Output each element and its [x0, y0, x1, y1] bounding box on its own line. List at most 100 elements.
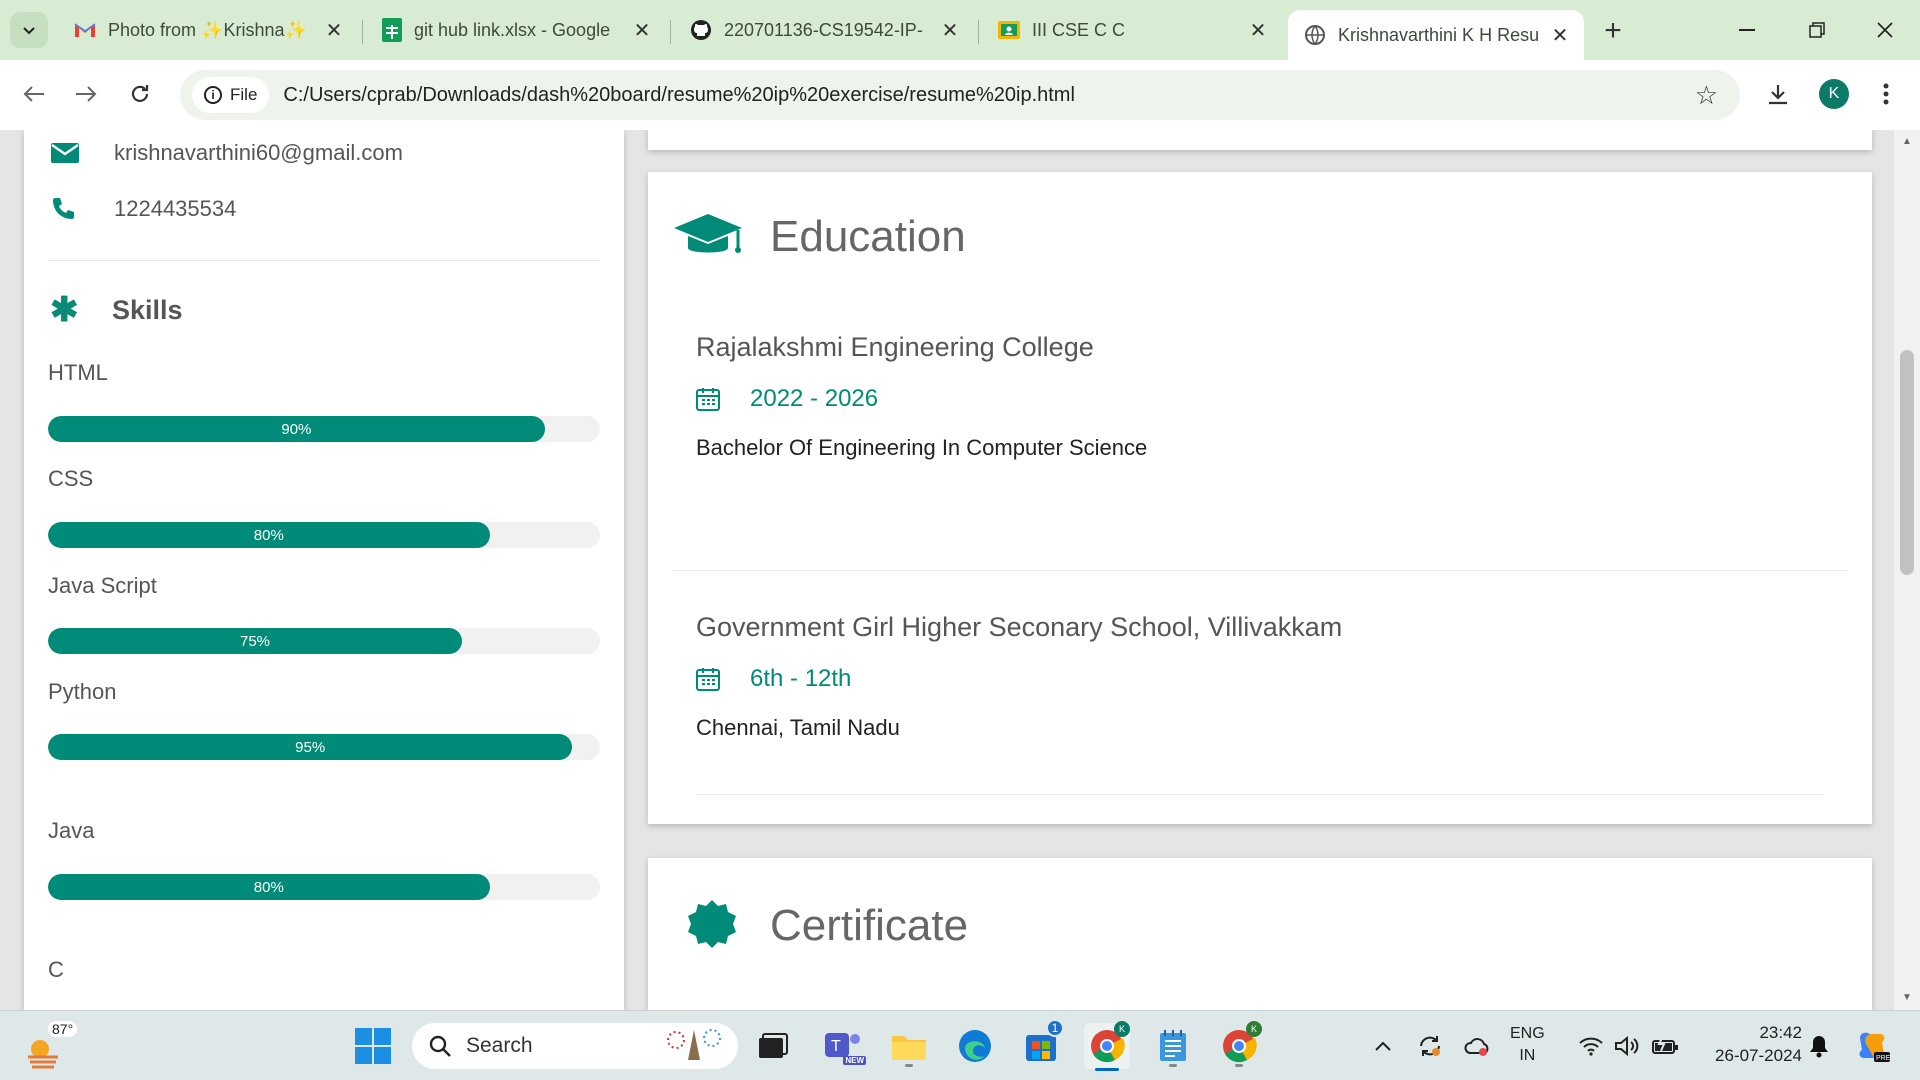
arrow-left-icon	[23, 86, 44, 102]
avatar: K	[1819, 79, 1849, 109]
skill-bar-track: 80%	[48, 874, 600, 900]
tab-separator	[362, 20, 363, 44]
tab-resume-active[interactable]: Krishnavarthini K H Resur ✕	[1288, 10, 1584, 60]
graduation-cap-icon	[672, 212, 744, 262]
edge-app[interactable]	[952, 1023, 998, 1069]
skill-bar-track: 90%	[48, 416, 600, 442]
minimize-button[interactable]	[1724, 12, 1770, 48]
tab-separator	[670, 20, 671, 44]
chrome-profile-badge: K	[1246, 1021, 1262, 1037]
store-app[interactable]: 1	[1018, 1019, 1064, 1069]
browser-menu-button[interactable]	[1866, 74, 1906, 114]
reload-icon	[131, 85, 149, 102]
file-explorer-app[interactable]	[886, 1023, 932, 1069]
calendar-icon	[696, 667, 726, 691]
scrollbar-thumb[interactable]	[1900, 350, 1914, 575]
skills-title: Skills	[112, 294, 183, 325]
tab-close-icon[interactable]: ✕	[632, 20, 652, 42]
forward-button[interactable]	[66, 74, 106, 114]
github-icon	[691, 20, 711, 40]
taskbar-search[interactable]: Search	[412, 1023, 738, 1069]
tab-close-icon[interactable]: ✕	[1248, 20, 1268, 42]
profile-sidebar: krishnavarthini60@gmail.com 1224435534 ✱…	[24, 130, 624, 1010]
clock-time: 23:42	[1759, 1023, 1802, 1042]
tab-github[interactable]: 220701136-CS19542-IP- ✕	[674, 8, 974, 52]
dates-text: 6th - 12th	[750, 665, 852, 692]
degree-text: Bachelor Of Engineering In Computer Scie…	[696, 435, 1148, 460]
contact-email: krishnavarthini60@gmail.com	[50, 140, 403, 166]
region-code: IN	[1519, 1047, 1536, 1064]
tab-gmail[interactable]: Photo from ✨Krishna✨ ✕	[58, 8, 358, 52]
show-hidden-icons-button[interactable]	[1368, 1011, 1398, 1080]
site-info-button[interactable]: i File	[192, 77, 270, 113]
teams-app[interactable]: T NEW	[820, 1023, 866, 1069]
scroll-up-icon[interactable]: ▲	[1902, 136, 1912, 147]
tab-close-icon[interactable]: ✕	[324, 20, 344, 42]
task-view-icon	[759, 1033, 788, 1058]
info-icon: i	[204, 86, 222, 104]
chrome-app-active[interactable]: K	[1084, 1021, 1130, 1071]
search-placeholder: Search	[466, 1034, 533, 1057]
tab-search-button[interactable]	[10, 12, 48, 48]
entry-divider	[696, 794, 1824, 795]
tab-close-icon[interactable]: ✕	[1550, 25, 1570, 47]
weather-widget[interactable]: 87°	[26, 1021, 78, 1071]
url-text[interactable]: C:/Users/cprab/Downloads/dash%20board/re…	[283, 84, 1075, 107]
volume-control[interactable]	[1612, 1011, 1642, 1080]
downloads-button[interactable]	[1758, 74, 1798, 114]
input-language-indicator[interactable]: ENG IN	[1510, 1023, 1545, 1067]
email-text[interactable]: krishnavarthini60@gmail.com	[114, 140, 403, 166]
restore-button[interactable]	[1794, 12, 1840, 48]
address-bar[interactable]: i File C:/Users/cprab/Downloads/dash%20b…	[180, 70, 1740, 120]
kebab-menu-icon	[1883, 83, 1889, 105]
arrow-right-icon	[76, 86, 97, 102]
classroom-icon	[998, 21, 1020, 39]
onedrive-tray-button[interactable]	[1462, 1011, 1494, 1080]
task-view-button[interactable]	[750, 1023, 796, 1069]
tab-classroom[interactable]: III CSE C C ✕	[982, 8, 1282, 52]
notification-center-button[interactable]	[1804, 1011, 1834, 1080]
skill-name: Python	[48, 679, 117, 704]
browser-toolbar: i File C:/Users/cprab/Downloads/dash%20b…	[0, 60, 1920, 130]
scroll-down-icon[interactable]: ▼	[1902, 992, 1912, 1003]
running-indicator	[905, 1064, 913, 1067]
system-clock[interactable]: 23:42 26-07-2024	[1696, 1021, 1802, 1067]
school-name: Rajalakshmi Engineering College	[696, 332, 1094, 362]
tab-sheets[interactable]: git hub link.xlsx - Google ✕	[366, 8, 666, 52]
wifi-status[interactable]	[1576, 1011, 1606, 1080]
tab-separator	[978, 20, 979, 44]
certificate-heading: Certificate	[672, 898, 968, 954]
dates-text: 2022 - 2026	[750, 385, 879, 412]
battery-status[interactable]	[1648, 1011, 1682, 1080]
new-tab-button[interactable]: +	[1596, 14, 1630, 48]
skill-bar-track: 95%	[48, 734, 600, 760]
reload-button[interactable]	[120, 74, 160, 114]
tab-close-icon[interactable]: ✕	[940, 20, 960, 42]
envelope-icon	[50, 142, 90, 164]
page-scrollbar[interactable]: ▲ ▼	[1894, 130, 1920, 1010]
notepad-app[interactable]	[1150, 1023, 1196, 1069]
chrome-app-profile[interactable]: K	[1216, 1021, 1262, 1069]
tab-title: Krishnavarthini K H Resur	[1338, 24, 1540, 45]
running-indicator	[1235, 1064, 1243, 1067]
start-button[interactable]	[350, 1023, 396, 1069]
skill-name: C	[48, 957, 64, 982]
previous-section-card	[648, 130, 1872, 150]
tab-title: Photo from ✨Krishna✨	[108, 19, 307, 40]
profile-button[interactable]: K	[1814, 74, 1854, 114]
education-title: Education	[770, 212, 966, 261]
wifi-icon	[1579, 1037, 1603, 1056]
certificate-title: Certificate	[770, 901, 969, 950]
notepad-icon	[1160, 1030, 1186, 1061]
page-viewport: krishnavarthini60@gmail.com 1224435534 ✱…	[0, 130, 1920, 1010]
certificate-badge-icon	[672, 898, 744, 954]
copilot-button[interactable]: PRE	[1850, 1011, 1894, 1080]
close-window-button[interactable]	[1862, 12, 1908, 48]
restore-icon	[1809, 22, 1825, 38]
skill-bar-fill: 80%	[48, 522, 490, 548]
skill-bar-fill: 75%	[48, 628, 462, 654]
sync-tray-button[interactable]	[1414, 1011, 1446, 1080]
back-button[interactable]	[14, 74, 54, 114]
bookmark-star-icon[interactable]: ☆	[1695, 80, 1718, 111]
battery-charging-icon	[1652, 1036, 1678, 1054]
